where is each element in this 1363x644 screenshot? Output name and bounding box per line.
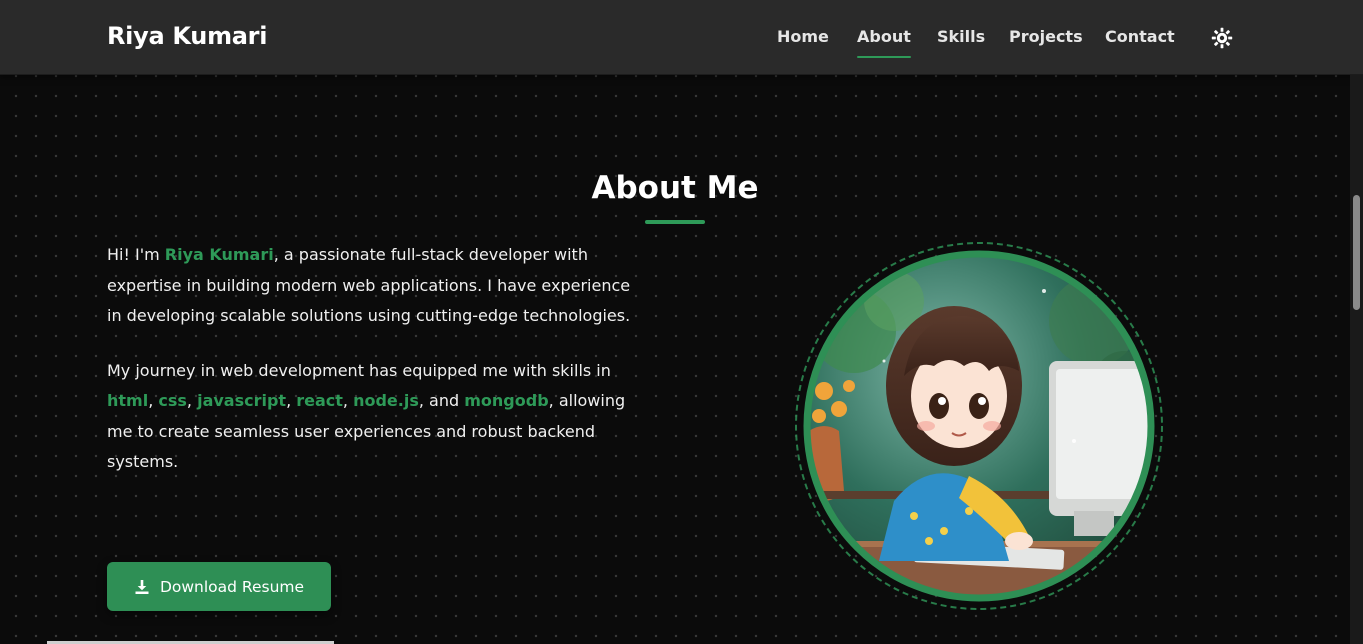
skill-html: html	[107, 391, 149, 410]
skill-sep: ,	[148, 391, 159, 410]
skills-text-start: My journey in web development has equipp…	[107, 360, 611, 380]
skill-and: , and	[418, 391, 465, 410]
download-resume-label: Download Resume	[159, 577, 305, 596]
avatar	[794, 241, 1164, 611]
brand-logo[interactable]: Riya Kumari	[107, 22, 267, 50]
nav-skills[interactable]: Skills	[937, 27, 985, 46]
skill-sep: ,	[286, 391, 297, 410]
skill-react: react	[296, 391, 343, 410]
skill-javascript: javascript	[197, 391, 287, 410]
nav-projects[interactable]: Projects	[1009, 27, 1083, 46]
skill-css: css	[158, 391, 187, 410]
intro-paragraph: Hi! I'm Riya Kumari, a passionate full-s…	[107, 240, 632, 332]
nav-home[interactable]: Home	[777, 27, 829, 46]
skill-mongodb: mongodb	[464, 391, 549, 410]
anime-girl-at-computer-avatar	[795, 242, 1163, 610]
nav-about[interactable]: About	[857, 27, 911, 58]
scrollbar-track[interactable]	[1350, 75, 1363, 644]
scrollbar-thumb[interactable]	[1353, 195, 1360, 310]
skills-paragraph: My journey in web development has equipp…	[107, 356, 632, 478]
title-underline	[645, 220, 705, 224]
navbar: Riya Kumari Home About Skills Projects C…	[0, 0, 1363, 75]
nav-contact[interactable]: Contact	[1105, 27, 1175, 46]
skill-sep: ,	[186, 391, 198, 410]
skill-nodejs: node.js	[353, 391, 419, 410]
download-resume-button[interactable]: Download Resume	[107, 562, 331, 611]
skill-sep: ,	[342, 391, 354, 410]
about-text: Hi! I'm Riya Kumari, a passionate full-s…	[107, 240, 632, 502]
section-title: About Me	[591, 170, 759, 206]
sun-icon	[1211, 27, 1233, 49]
download-icon	[135, 579, 149, 594]
intro-text-start: Hi! I'm	[107, 245, 165, 264]
theme-toggle-button[interactable]	[1210, 26, 1234, 50]
highlight-name: Riya Kumari	[164, 245, 274, 264]
